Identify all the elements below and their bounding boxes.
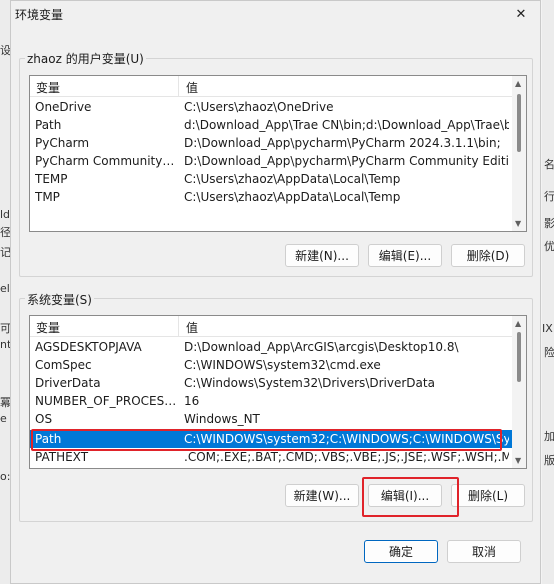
bg-fragment: 行 (544, 190, 554, 203)
system-var-row-number-of-processors[interactable]: NUMBER_OF_PROCESSORS 16 (30, 392, 512, 410)
var-value: d:\Download_App\Trae CN\bin;d:\Download_… (184, 118, 509, 132)
system-list-scrollbar[interactable]: ▲ ▼ (512, 316, 526, 468)
list-header: 变量 值 (30, 76, 526, 97)
var-value: C:\WINDOWS\system32\cmd.exe (184, 358, 381, 372)
user-var-row-temp[interactable]: TEMP C:\Users\zhaoz\AppData\Local\Temp (30, 170, 512, 188)
var-value: C:\Users\zhaoz\OneDrive (184, 100, 334, 114)
edit-button-highlight-box (362, 477, 459, 517)
bg-fragment: el (0, 282, 10, 295)
background-window-right: 名 行 影 优 IX 险 加 版 (542, 0, 554, 584)
user-variables-label: zhaoz 的用户变量(U) (25, 50, 146, 67)
bg-fragment: 加 (544, 430, 554, 443)
system-variables-label: 系统变量(S) (25, 291, 94, 308)
list-header: 变量 值 (30, 316, 526, 337)
column-header-name[interactable]: 变量 (36, 79, 60, 96)
background-window-left: 设 ld 径 记 el 可 nt 冪 e o: (0, 0, 11, 584)
column-header-value[interactable]: 值 (186, 319, 198, 336)
scroll-down-icon[interactable]: ▼ (515, 456, 521, 465)
environment-variables-dialog: 环境变量 ✕ zhaoz 的用户变量(U) 变量 值 OneDrive C:\U… (10, 0, 541, 584)
user-var-row-onedrive[interactable]: OneDrive C:\Users\zhaoz\OneDrive (30, 98, 512, 116)
var-value: C:\Users\zhaoz\AppData\Local\Temp (184, 172, 401, 186)
var-name: PyCharm Community Editi... (35, 154, 175, 168)
var-value: Windows_NT (184, 412, 260, 426)
user-var-row-path[interactable]: Path d:\Download_App\Trae CN\bin;d:\Down… (30, 116, 512, 134)
var-name: AGSDESKTOPJAVA (35, 340, 142, 354)
title-bar: 环境变量 ✕ (11, 1, 540, 29)
user-var-row-tmp[interactable]: TMP C:\Users\zhaoz\AppData\Local\Temp (30, 188, 512, 206)
var-value: D:\Download_App\pycharm\PyCharm Communit… (184, 154, 509, 168)
dialog-title: 环境变量 (15, 8, 64, 22)
close-icon: ✕ (515, 6, 527, 22)
system-delete-button[interactable]: 删除(L) (451, 484, 525, 507)
system-var-row-driverdata[interactable]: DriverData C:\Windows\System32\Drivers\D… (30, 374, 512, 392)
var-value: C:\Users\zhaoz\AppData\Local\Temp (184, 190, 401, 204)
scroll-thumb[interactable] (517, 332, 521, 382)
var-name: NUMBER_OF_PROCESSORS (35, 394, 181, 408)
system-var-row-os[interactable]: OS Windows_NT (30, 410, 512, 428)
bg-fragment: 险 (544, 346, 554, 359)
var-name: TMP (35, 190, 60, 204)
bg-fragment: 版 (544, 454, 554, 467)
var-value: D:\Download_App\ArcGIS\arcgis\Desktop10.… (184, 340, 459, 354)
var-name: OS (35, 412, 53, 426)
path-row-highlight-box (31, 429, 502, 451)
bg-fragment: 影 (544, 217, 554, 230)
var-name: DriverData (35, 376, 101, 390)
user-list-scrollbar[interactable]: ▲ ▼ (512, 76, 526, 231)
scroll-thumb[interactable] (517, 94, 521, 152)
scroll-up-icon[interactable]: ▲ (515, 79, 521, 88)
scroll-down-icon[interactable]: ▼ (515, 219, 521, 228)
var-name: PyCharm (35, 136, 90, 150)
bg-fragment: 名 (544, 158, 554, 171)
var-name: OneDrive (35, 100, 92, 114)
var-name: Path (35, 118, 62, 132)
column-header-value[interactable]: 值 (186, 79, 198, 96)
user-delete-button[interactable]: 删除(D) (451, 244, 525, 267)
scroll-up-icon[interactable]: ▲ (515, 319, 521, 328)
var-name: TEMP (35, 172, 68, 186)
cancel-button[interactable]: 取消 (447, 540, 521, 563)
var-value: D:\Download_App\pycharm\PyCharm 2024.3.1… (184, 136, 501, 150)
var-value: C:\Windows\System32\Drivers\DriverData (184, 376, 435, 390)
bg-fragment: IX (542, 322, 553, 335)
column-header-name[interactable]: 变量 (36, 319, 60, 336)
user-var-row-pycharm-community[interactable]: PyCharm Community Editi... D:\Download_A… (30, 152, 512, 170)
column-separator[interactable] (178, 76, 179, 96)
user-variables-list[interactable]: 变量 值 OneDrive C:\Users\zhaoz\OneDrive Pa… (29, 75, 527, 232)
system-new-button[interactable]: 新建(W)... (285, 484, 359, 507)
close-button[interactable]: ✕ (508, 3, 534, 25)
user-new-button[interactable]: 新建(N)... (285, 244, 359, 267)
system-var-row-agsdesktopjava[interactable]: AGSDESKTOPJAVA D:\Download_App\ArcGIS\ar… (30, 338, 512, 356)
var-name: ComSpec (35, 358, 92, 372)
column-separator[interactable] (178, 316, 179, 336)
user-var-row-pycharm[interactable]: PyCharm D:\Download_App\pycharm\PyCharm … (30, 134, 512, 152)
system-var-row-comspec[interactable]: ComSpec C:\WINDOWS\system32\cmd.exe (30, 356, 512, 374)
user-edit-button[interactable]: 编辑(E)... (368, 244, 442, 267)
var-value: 16 (184, 394, 200, 408)
bg-fragment: 优 (544, 240, 554, 253)
bg-fragment: ld (0, 208, 11, 221)
bg-fragment: e (0, 412, 7, 425)
bg-fragment: o: (0, 470, 11, 483)
ok-button[interactable]: 确定 (364, 540, 438, 563)
